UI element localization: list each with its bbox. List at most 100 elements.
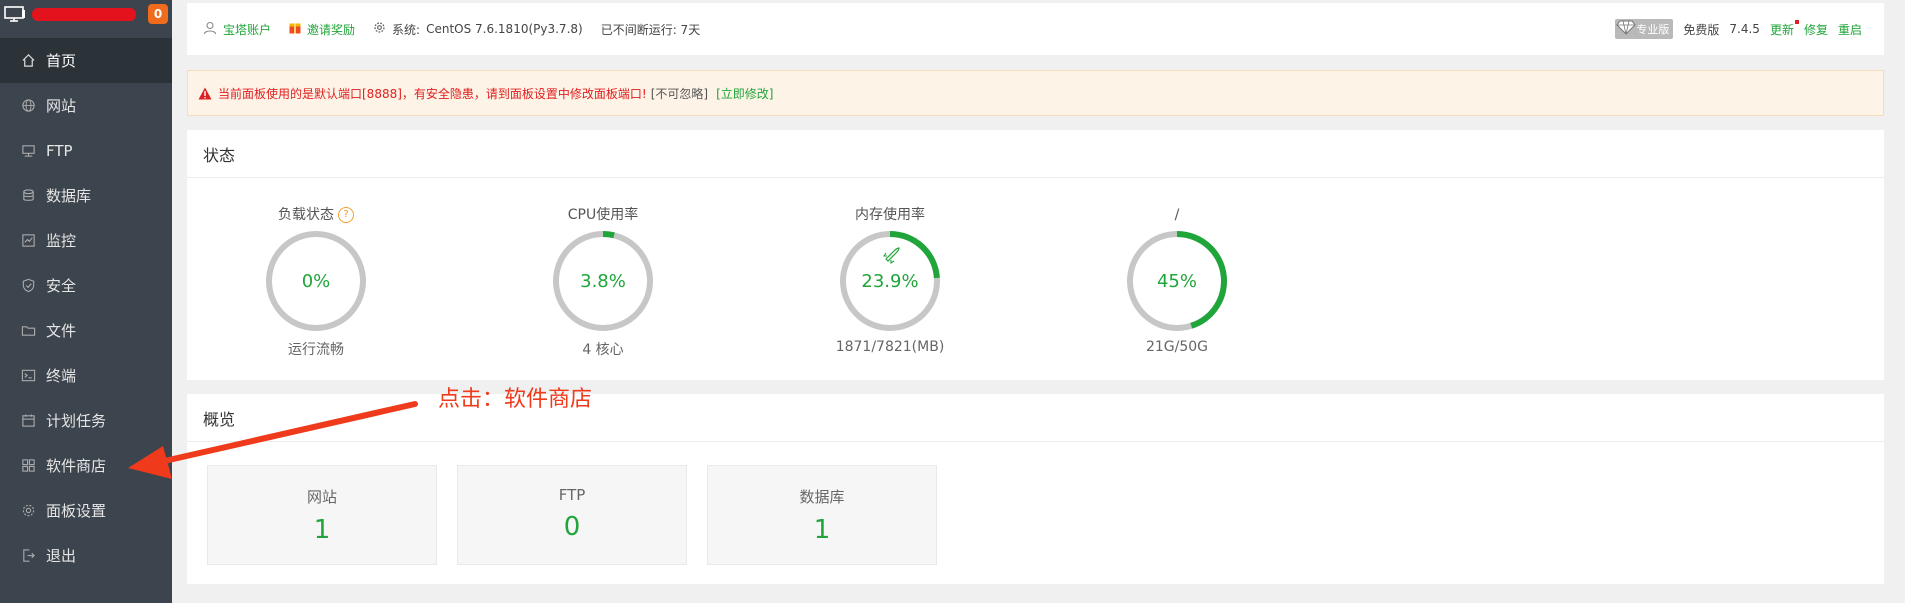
gauge-sub: 21G/50G: [1145, 339, 1209, 355]
terminal-icon: [20, 368, 36, 384]
free-edition-label: 免费版: [1683, 22, 1720, 37]
sidebar-item-label: 首页: [46, 52, 77, 70]
gear-icon: [20, 503, 36, 519]
redacted-server-name: [32, 7, 136, 21]
sidebar-item-label: 退出: [46, 547, 77, 565]
status-panel: 状态 负载状态 ? 0% 运行流畅 CPU使用率 3.8% 4 核心 内存使用率: [187, 130, 1884, 380]
invite-label: 邀请奖励: [307, 22, 356, 37]
security-alert: 当前面板使用的是默认端口[8888]，有安全隐患，请到面板设置中修改面板端口! …: [187, 70, 1884, 116]
help-icon[interactable]: ?: [338, 207, 354, 223]
overview-card-label: 数据库: [799, 488, 845, 506]
message-count-badge[interactable]: 0: [148, 4, 168, 24]
sidebar-item-panel-settings[interactable]: 面板设置: [0, 488, 172, 533]
monitor-icon: [20, 233, 36, 249]
ftp-icon: [20, 143, 36, 159]
version-number: 7.4.5: [1729, 22, 1760, 36]
sidebar-item-app-store[interactable]: 软件商店: [0, 443, 172, 488]
sidebar-item-label: 数据库: [46, 187, 92, 205]
sidebar-item-label: 网站: [46, 97, 77, 115]
gauge-label: 内存使用率: [855, 207, 925, 223]
overview-panel: 概览 网站 1 FTP 0 数据库 1: [187, 394, 1884, 584]
system-value: CentOS 7.6.1810(Py3.7.8): [426, 22, 583, 36]
top-bar: 宝塔账户 邀请奖励 系统: CentOS 7.6.1810(Py3.7.8) 已…: [187, 3, 1884, 55]
gift-icon: [289, 21, 301, 37]
gauge-label: 负载状态: [278, 207, 334, 223]
overview-card-value[interactable]: 1: [208, 515, 436, 545]
database-icon: [20, 188, 36, 204]
gauge-sub: 1871/7821(MB): [835, 339, 945, 355]
sidebar-item-security[interactable]: 安全: [0, 263, 172, 308]
sidebar-item-files[interactable]: 文件: [0, 308, 172, 353]
warning-icon: [198, 87, 212, 100]
repair-link[interactable]: 修复: [1804, 21, 1828, 38]
gauge-ring: 23.9%: [840, 231, 940, 331]
fix-now-link[interactable]: [立即修改]: [716, 85, 773, 102]
globe-icon: [20, 98, 36, 114]
gauge-sub: 4 核心: [582, 342, 624, 358]
sidebar-item-label: 安全: [46, 277, 77, 295]
sidebar-item-ftp[interactable]: FTP: [0, 128, 172, 173]
diamond-icon: [1616, 20, 1637, 38]
sidebar-item-label: 软件商店: [46, 457, 107, 475]
pro-version-badge[interactable]: 专业版: [1615, 19, 1674, 39]
sidebar-item-home[interactable]: 首页: [0, 38, 172, 83]
sidebar-item-logout[interactable]: 退出: [0, 533, 172, 578]
sidebar-item-cron[interactable]: 计划任务: [0, 398, 172, 443]
calendar-icon: [20, 413, 36, 429]
disk-gauge[interactable]: / 45% 21G/50G: [1077, 205, 1277, 355]
gauge-ring: 3.8%: [553, 231, 653, 331]
gauge-value: 23.9%: [861, 271, 918, 292]
sidebar-item-label: 计划任务: [46, 412, 107, 430]
gauge-label: CPU使用率: [567, 207, 639, 223]
gauge-value: 45%: [1157, 271, 1197, 292]
overview-card-label: FTP: [558, 486, 586, 504]
sidebar-item-monitor[interactable]: 监控: [0, 218, 172, 263]
sidebar-menu: 首页 网站 FTP 数据库 监控 安全 文件 终端 计划任务 软件商店 面板设置…: [0, 38, 172, 578]
system-info: 系统: CentOS 7.6.1810(Py3.7.8): [373, 21, 583, 38]
pro-label: 专业版: [1636, 23, 1670, 36]
overview-card-label: 网站: [306, 488, 337, 506]
user-icon: [203, 21, 217, 38]
overview-card-database[interactable]: 数据库 1: [707, 465, 937, 565]
invite-link[interactable]: 邀请奖励: [289, 21, 355, 38]
sidebar-item-label: 监控: [46, 232, 77, 250]
status-title: 状态: [187, 130, 1884, 178]
gear-icon: [373, 21, 386, 37]
cpu-gauge[interactable]: CPU使用率 3.8% 4 核心: [503, 205, 703, 359]
computer-icon: [4, 5, 26, 23]
system-label: 系统:: [392, 22, 421, 37]
annotation-text: 点击：软件商店: [438, 387, 593, 412]
folder-icon: [20, 323, 36, 339]
gauge-ring: 45%: [1127, 231, 1227, 331]
sidebar-item-terminal[interactable]: 终端: [0, 353, 172, 398]
sidebar-item-website[interactable]: 网站: [0, 83, 172, 128]
load-gauge[interactable]: 负载状态 ? 0% 运行流畅: [216, 205, 416, 359]
shield-icon: [20, 278, 36, 294]
sidebar-item-database[interactable]: 数据库: [0, 173, 172, 218]
gauge-value: 3.8%: [580, 271, 626, 292]
gauge-sub: 运行流畅: [288, 342, 344, 358]
memory-gauge[interactable]: 内存使用率 23.9% 1871/7821(MB): [790, 205, 990, 355]
update-link[interactable]: 更新: [1770, 19, 1799, 38]
alert-ignore-text: [不可忽略]: [650, 86, 709, 101]
uptime-text: 已不间断运行: 7天: [600, 22, 701, 37]
restart-link[interactable]: 重启: [1838, 21, 1862, 38]
sidebar-header: 0: [0, 0, 172, 28]
gauge-value: 0%: [302, 271, 331, 292]
gauge-ring: 0%: [266, 231, 366, 331]
sidebar-item-label: FTP: [46, 141, 73, 160]
overview-card-value[interactable]: 1: [708, 515, 936, 545]
sidebar-item-label: 终端: [46, 367, 77, 385]
sidebar-item-label: 面板设置: [46, 502, 107, 520]
overview-card-website[interactable]: 网站 1: [207, 465, 437, 565]
overview-card-ftp[interactable]: FTP 0: [457, 465, 687, 565]
gauge-label: /: [1174, 207, 1180, 223]
sidebar-item-label: 文件: [46, 322, 77, 340]
overview-card-value[interactable]: 0: [458, 512, 686, 542]
logout-icon: [20, 548, 36, 564]
sidebar: 0 首页 网站 FTP 数据库 监控 安全 文件 终端 计划任务 软件商店 面板…: [0, 0, 172, 603]
account-label: 宝塔账户: [223, 22, 272, 37]
account-link[interactable]: 宝塔账户: [203, 21, 271, 38]
home-icon: [20, 53, 36, 69]
grid-icon: [20, 458, 36, 474]
